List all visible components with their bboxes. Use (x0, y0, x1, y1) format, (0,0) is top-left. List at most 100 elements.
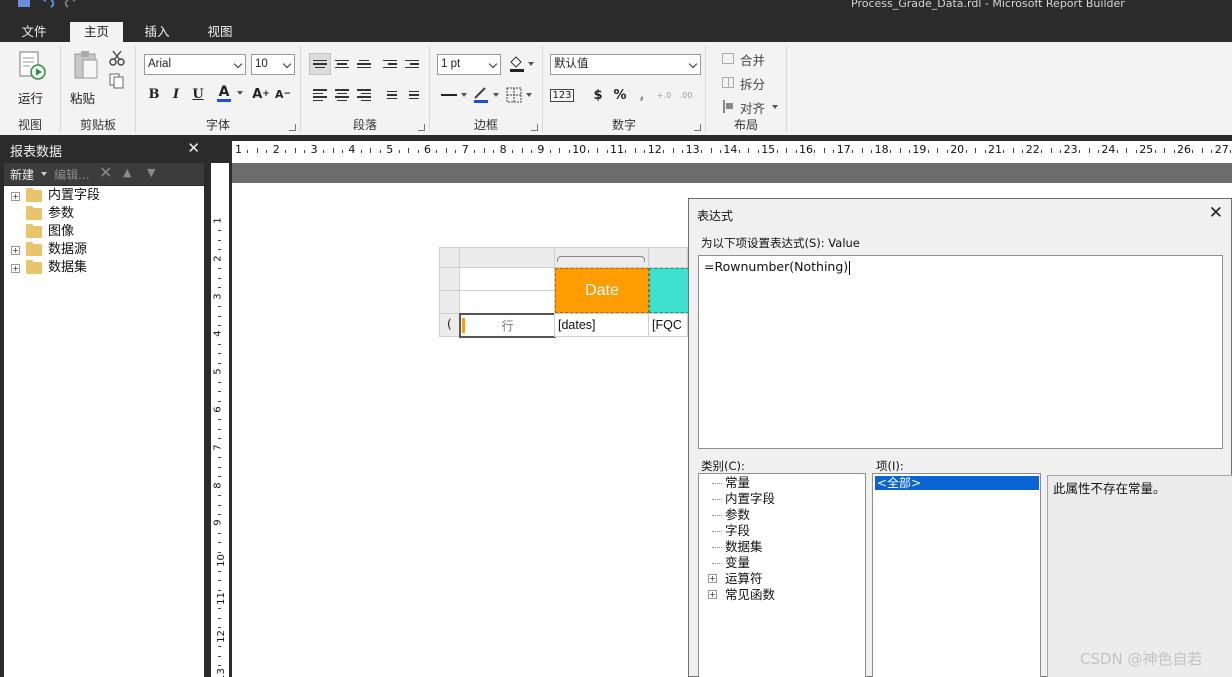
ruler-tick (937, 148, 939, 153)
tablix-row-handle[interactable] (439, 290, 460, 314)
chevron-down-icon[interactable] (526, 93, 532, 97)
percent-button[interactable]: % (609, 84, 631, 106)
row-number-cell[interactable]: 行 (459, 313, 556, 338)
ruler-tick-label: 1 (235, 143, 242, 156)
bullets-button[interactable] (379, 84, 401, 106)
underline-button[interactable]: U (187, 83, 209, 105)
tree-item-images[interactable]: 图像 (4, 223, 200, 241)
save-icon[interactable] (17, 0, 31, 8)
tree-connector (712, 483, 722, 484)
expression-editor[interactable]: =Rownumber(Nothing) (698, 255, 1223, 449)
date-header-cell[interactable]: Date (555, 268, 649, 313)
align-button[interactable]: 对齐 (720, 98, 782, 116)
align-bottom-button[interactable] (353, 53, 375, 75)
increase-decimal-button[interactable]: +.0 (653, 84, 675, 106)
expand-icon[interactable]: + (11, 264, 20, 273)
tablix-column-handle[interactable] (459, 247, 555, 268)
new-button[interactable]: 新建 (10, 166, 34, 183)
undo-icon[interactable] (40, 0, 56, 11)
cut-icon[interactable] (109, 50, 125, 69)
tab-home[interactable]: 主页 (70, 22, 123, 42)
fill-color-button[interactable] (506, 52, 528, 74)
merge-cells-button[interactable]: 合并 (720, 50, 782, 68)
number-dialog-launcher-icon[interactable] (694, 124, 701, 131)
tablix-cell[interactable] (459, 290, 555, 314)
border-color-button[interactable] (470, 84, 492, 106)
edit-button[interactable]: 编辑... (54, 166, 89, 183)
expand-icon[interactable]: + (708, 574, 717, 583)
report-data-header: 报表数据 ✕ (0, 135, 208, 163)
expand-icon[interactable]: + (708, 590, 717, 599)
tree-item-datasets[interactable]: + 数据集 (4, 259, 200, 277)
move-up-icon[interactable]: ▲ (123, 166, 131, 179)
tab-view[interactable]: 视图 (196, 22, 244, 42)
grow-font-button[interactable]: A + (250, 83, 272, 105)
ruler-tick (530, 150, 532, 153)
chevron-down-icon[interactable] (493, 93, 499, 97)
close-icon[interactable]: ✕ (1209, 203, 1223, 223)
category-tree[interactable]: 常量 内置字段 参数 字段 数据集 变量 + 运算符 + 常见函数 (698, 473, 866, 677)
tab-insert[interactable]: 插入 (133, 22, 181, 42)
items-label: 项(I): (876, 459, 904, 473)
paste-button[interactable]: 粘贴 (68, 48, 104, 106)
tablix-row-handle[interactable] (439, 267, 460, 291)
align-middle-button[interactable] (331, 53, 353, 75)
chevron-down-icon[interactable] (41, 172, 47, 176)
ruler-tick (1126, 148, 1128, 153)
items-list[interactable]: <全部> (872, 473, 1041, 677)
delete-icon[interactable]: ✕ (99, 163, 112, 182)
border-style-button[interactable] (438, 84, 460, 106)
font-size-combo[interactable]: 10 (251, 54, 295, 75)
font-name-combo[interactable]: Arial (144, 54, 246, 75)
run-button[interactable]: 运行 (10, 48, 52, 106)
chevron-down-icon[interactable] (461, 93, 467, 97)
numbering-button[interactable] (401, 84, 423, 106)
decrease-decimal-button[interactable]: .00 (675, 84, 697, 106)
tablix-column-handle[interactable] (554, 247, 649, 268)
border-group: 1 pt 边框 (430, 42, 542, 135)
decrease-indent-button[interactable] (379, 53, 401, 75)
close-icon[interactable]: ✕ (187, 139, 200, 157)
align-left-button[interactable] (309, 84, 331, 106)
border-width-combo[interactable]: 1 pt (437, 54, 501, 75)
placeholder-styles-button[interactable]: 123 (550, 84, 574, 106)
tablix-cell[interactable]: [dates] (554, 313, 649, 337)
chevron-down-icon (233, 59, 243, 69)
increase-indent-button[interactable] (401, 53, 423, 75)
tablix-corner-handle[interactable] (439, 247, 460, 268)
tab-file[interactable]: 文件 (10, 22, 58, 42)
expand-icon[interactable]: + (11, 192, 20, 201)
number-format-combo[interactable]: 默认值 (550, 54, 701, 75)
borders-button[interactable] (503, 84, 525, 106)
italic-button[interactable]: I (165, 83, 187, 105)
tablix-cell[interactable] (459, 267, 555, 291)
align-center-button[interactable] (331, 84, 353, 106)
shrink-font-button[interactable]: A − (272, 83, 294, 105)
items-list-selected[interactable]: <全部> (875, 476, 1039, 490)
split-cells-button[interactable]: 拆分 (720, 74, 782, 92)
tree-item-data-sources[interactable]: + 数据源 (4, 241, 200, 259)
chevron-down-icon[interactable] (528, 62, 534, 66)
align-top-button[interactable] (309, 53, 331, 75)
chevron-down-icon[interactable] (237, 91, 243, 95)
border-dialog-launcher-icon[interactable] (531, 124, 538, 131)
tablix-column-handle[interactable] (648, 247, 688, 268)
tree-item-parameters[interactable]: 参数 (4, 205, 200, 223)
tree-item-built-in-fields[interactable]: + 内置字段 (4, 187, 200, 205)
currency-button[interactable]: $ (587, 84, 609, 106)
teal-header-cell[interactable] (649, 268, 689, 313)
align-right-button[interactable] (353, 84, 375, 106)
tablix-cell[interactable]: [FQC (648, 313, 688, 337)
ruler-tick (823, 148, 825, 153)
paragraph-dialog-launcher-icon[interactable] (418, 124, 425, 131)
font-color-button[interactable]: A (213, 82, 235, 104)
bold-button[interactable]: B (143, 83, 165, 105)
move-down-icon[interactable]: ▼ (147, 166, 155, 179)
comma-style-button[interactable]: , (631, 84, 653, 106)
tablix-row-handle[interactable]: ( (439, 313, 460, 337)
font-dialog-launcher-icon[interactable] (289, 124, 296, 131)
ruler-tick-label: 11 (610, 143, 624, 156)
copy-icon[interactable] (109, 73, 125, 92)
expand-icon[interactable]: + (11, 246, 20, 255)
redo-icon[interactable] (63, 0, 79, 11)
